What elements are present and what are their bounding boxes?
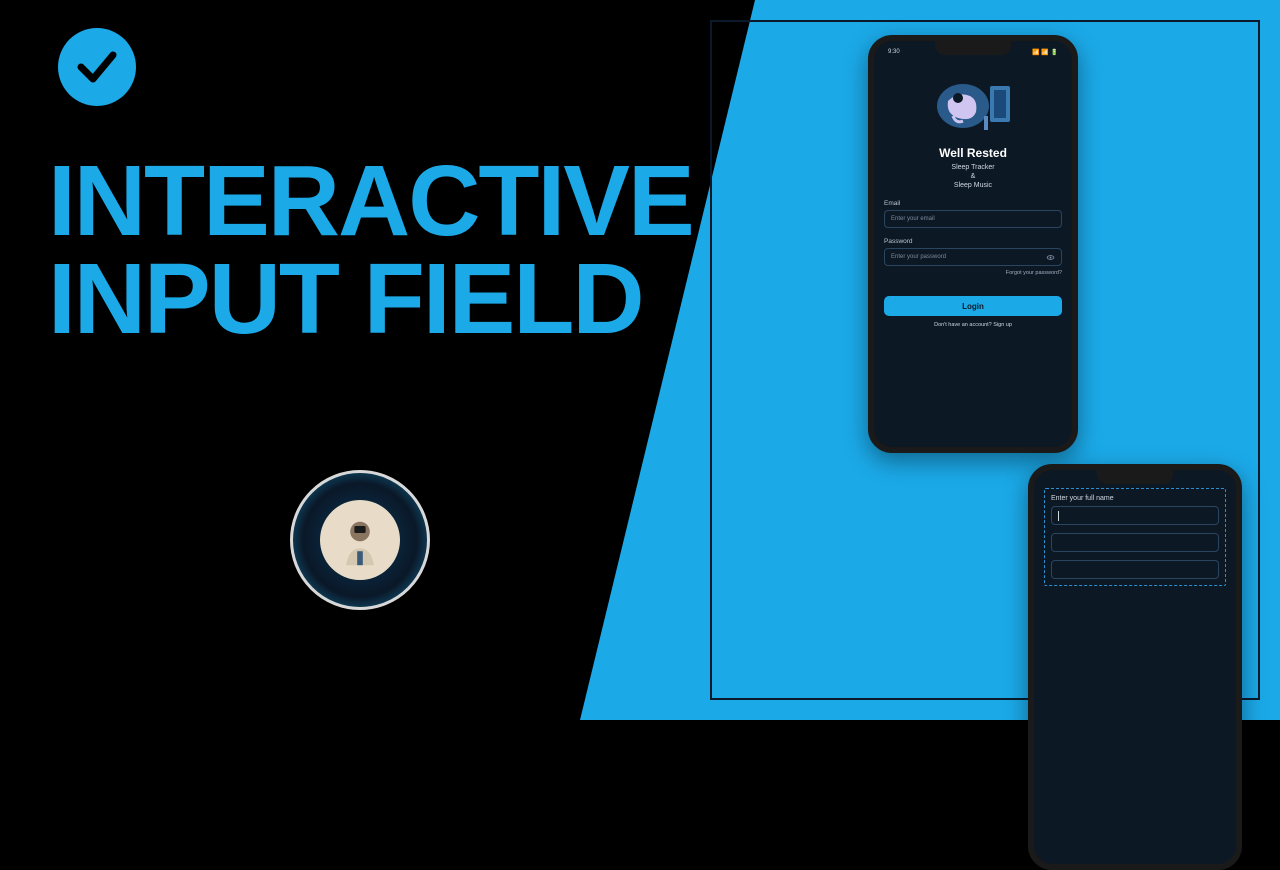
- title-line-2: INPUT FIELD: [48, 250, 693, 348]
- password-placeholder: Enter your password: [891, 254, 946, 260]
- app-title: Well Rested: [884, 146, 1062, 160]
- avatar-inner: [320, 500, 400, 580]
- check-badge: [58, 28, 136, 106]
- blank-field-2[interactable]: [1051, 560, 1219, 579]
- forgot-password-link[interactable]: Forgot your password?: [884, 270, 1062, 276]
- email-label: Email: [884, 200, 1062, 207]
- blank-field-1[interactable]: [1051, 533, 1219, 552]
- person-icon: [332, 512, 388, 568]
- text-cursor: [1058, 511, 1059, 521]
- phone-login-mockup: 9:30 📶 📶 🔋 Well Rested Sleep Tracker & S…: [868, 35, 1078, 453]
- email-field[interactable]: Enter your email: [884, 210, 1062, 228]
- dashed-selection: Enter your full name: [1044, 488, 1226, 586]
- status-icons: 📶 📶 🔋: [1032, 49, 1058, 56]
- phone-input-mockup: Enter your full name: [1028, 464, 1242, 870]
- password-field[interactable]: Enter your password: [884, 248, 1062, 266]
- fullname-label: Enter your full name: [1051, 495, 1219, 502]
- title-line-1: INTERACTIVE: [48, 152, 693, 250]
- eye-icon[interactable]: [1046, 253, 1055, 262]
- fullname-field[interactable]: [1051, 506, 1219, 525]
- phone-notch: [1097, 470, 1173, 484]
- sleep-illustration: [928, 66, 1018, 140]
- login-button[interactable]: Login: [884, 296, 1062, 316]
- avatar: [290, 470, 430, 610]
- status-time: 9:30: [888, 49, 900, 56]
- email-placeholder: Enter your email: [891, 216, 935, 222]
- phone-notch: [935, 41, 1011, 55]
- password-label: Password: [884, 238, 1062, 245]
- signup-link[interactable]: Sign up: [993, 322, 1012, 328]
- password-group: Password Enter your password: [884, 238, 1062, 266]
- app-subtitle: Sleep Tracker & Sleep Music: [884, 163, 1062, 190]
- title-block: INTERACTIVE INPUT FIELD: [48, 152, 693, 348]
- signup-prompt: Don't have an account? Sign up: [884, 322, 1062, 328]
- checkmark-icon: [73, 43, 121, 91]
- email-group: Email Enter your email: [884, 200, 1062, 228]
